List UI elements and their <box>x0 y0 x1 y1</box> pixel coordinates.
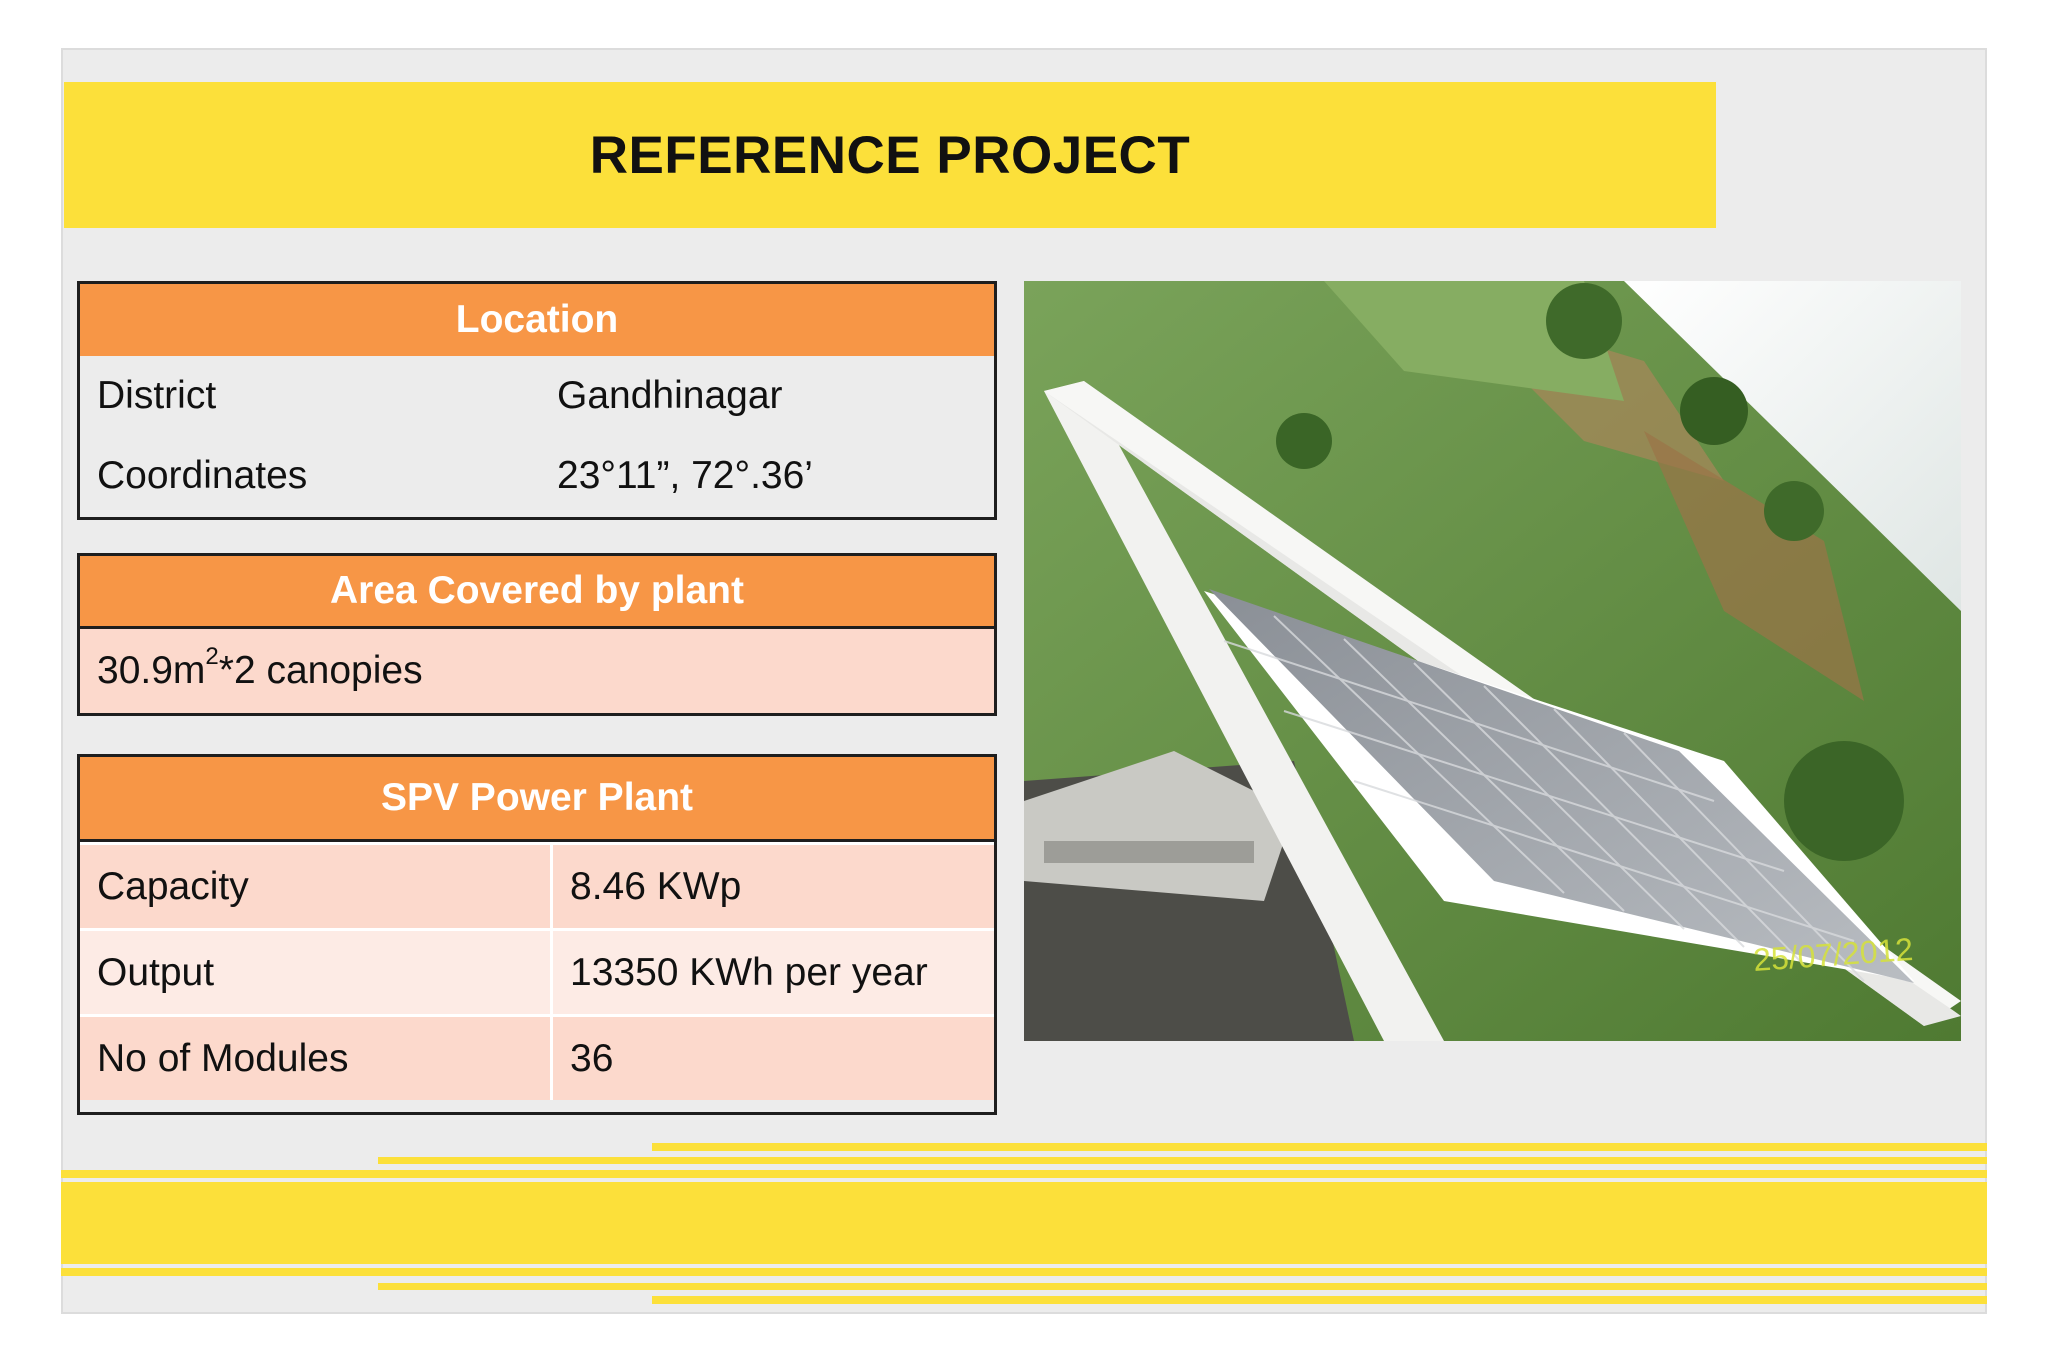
modules-label: No of Modules <box>80 1017 553 1100</box>
area-value-suffix: *2 canopies <box>218 649 423 692</box>
footer-stripe-top-short <box>652 1143 1987 1151</box>
area-value-exponent: 2 <box>205 643 219 670</box>
spv-row-capacity: Capacity 8.46 KWp <box>80 842 994 928</box>
spv-header: SPV Power Plant <box>80 757 994 842</box>
location-table: Location District Gandhinagar Coordinate… <box>77 281 997 520</box>
spv-table: SPV Power Plant Capacity 8.46 KWp Output… <box>77 754 997 1115</box>
district-label: District <box>97 374 217 417</box>
modules-value: 36 <box>570 1036 614 1080</box>
capacity-label: Capacity <box>80 845 553 928</box>
location-header: Location <box>80 284 994 356</box>
solar-canopy-illustration: 25/07/2012 <box>1024 281 1961 1041</box>
coordinates-value: 23°11”, 72°.36’ <box>557 454 813 497</box>
footer-stripe-bottom-short <box>652 1296 1987 1304</box>
district-value: Gandhinagar <box>557 374 783 417</box>
area-table: Area Covered by plant 30.9m 2 *2 canopies <box>77 553 997 716</box>
location-row-district: District Gandhinagar <box>80 356 994 436</box>
footer-stripe-bottom-mid <box>378 1283 1987 1290</box>
footer-band <box>61 1182 1987 1264</box>
area-row: 30.9m 2 *2 canopies <box>80 629 994 713</box>
capacity-value: 8.46 KWp <box>570 864 742 908</box>
footer-stripe-top-mid <box>378 1157 1987 1164</box>
area-header: Area Covered by plant <box>80 556 994 629</box>
spv-row-modules: No of Modules 36 <box>80 1014 994 1100</box>
footer-stripe-top-long <box>61 1170 1987 1178</box>
title-banner: REFERENCE PROJECT <box>64 82 1716 228</box>
page-title: REFERENCE PROJECT <box>589 125 1191 185</box>
coordinates-label: Coordinates <box>97 454 308 497</box>
area-value-main: 30.9m <box>97 649 206 692</box>
area-value: 30.9m 2 *2 canopies <box>97 629 423 713</box>
solar-canopy-photo: 25/07/2012 <box>1024 281 1961 1041</box>
footer-stripe-bottom-long <box>61 1268 1987 1276</box>
output-label: Output <box>80 931 553 1014</box>
location-row-coordinates: Coordinates 23°11”, 72°.36’ <box>80 436 994 516</box>
output-value: 13350 KWh per year <box>570 950 928 994</box>
spv-row-output: Output 13350 KWh per year <box>80 928 994 1014</box>
